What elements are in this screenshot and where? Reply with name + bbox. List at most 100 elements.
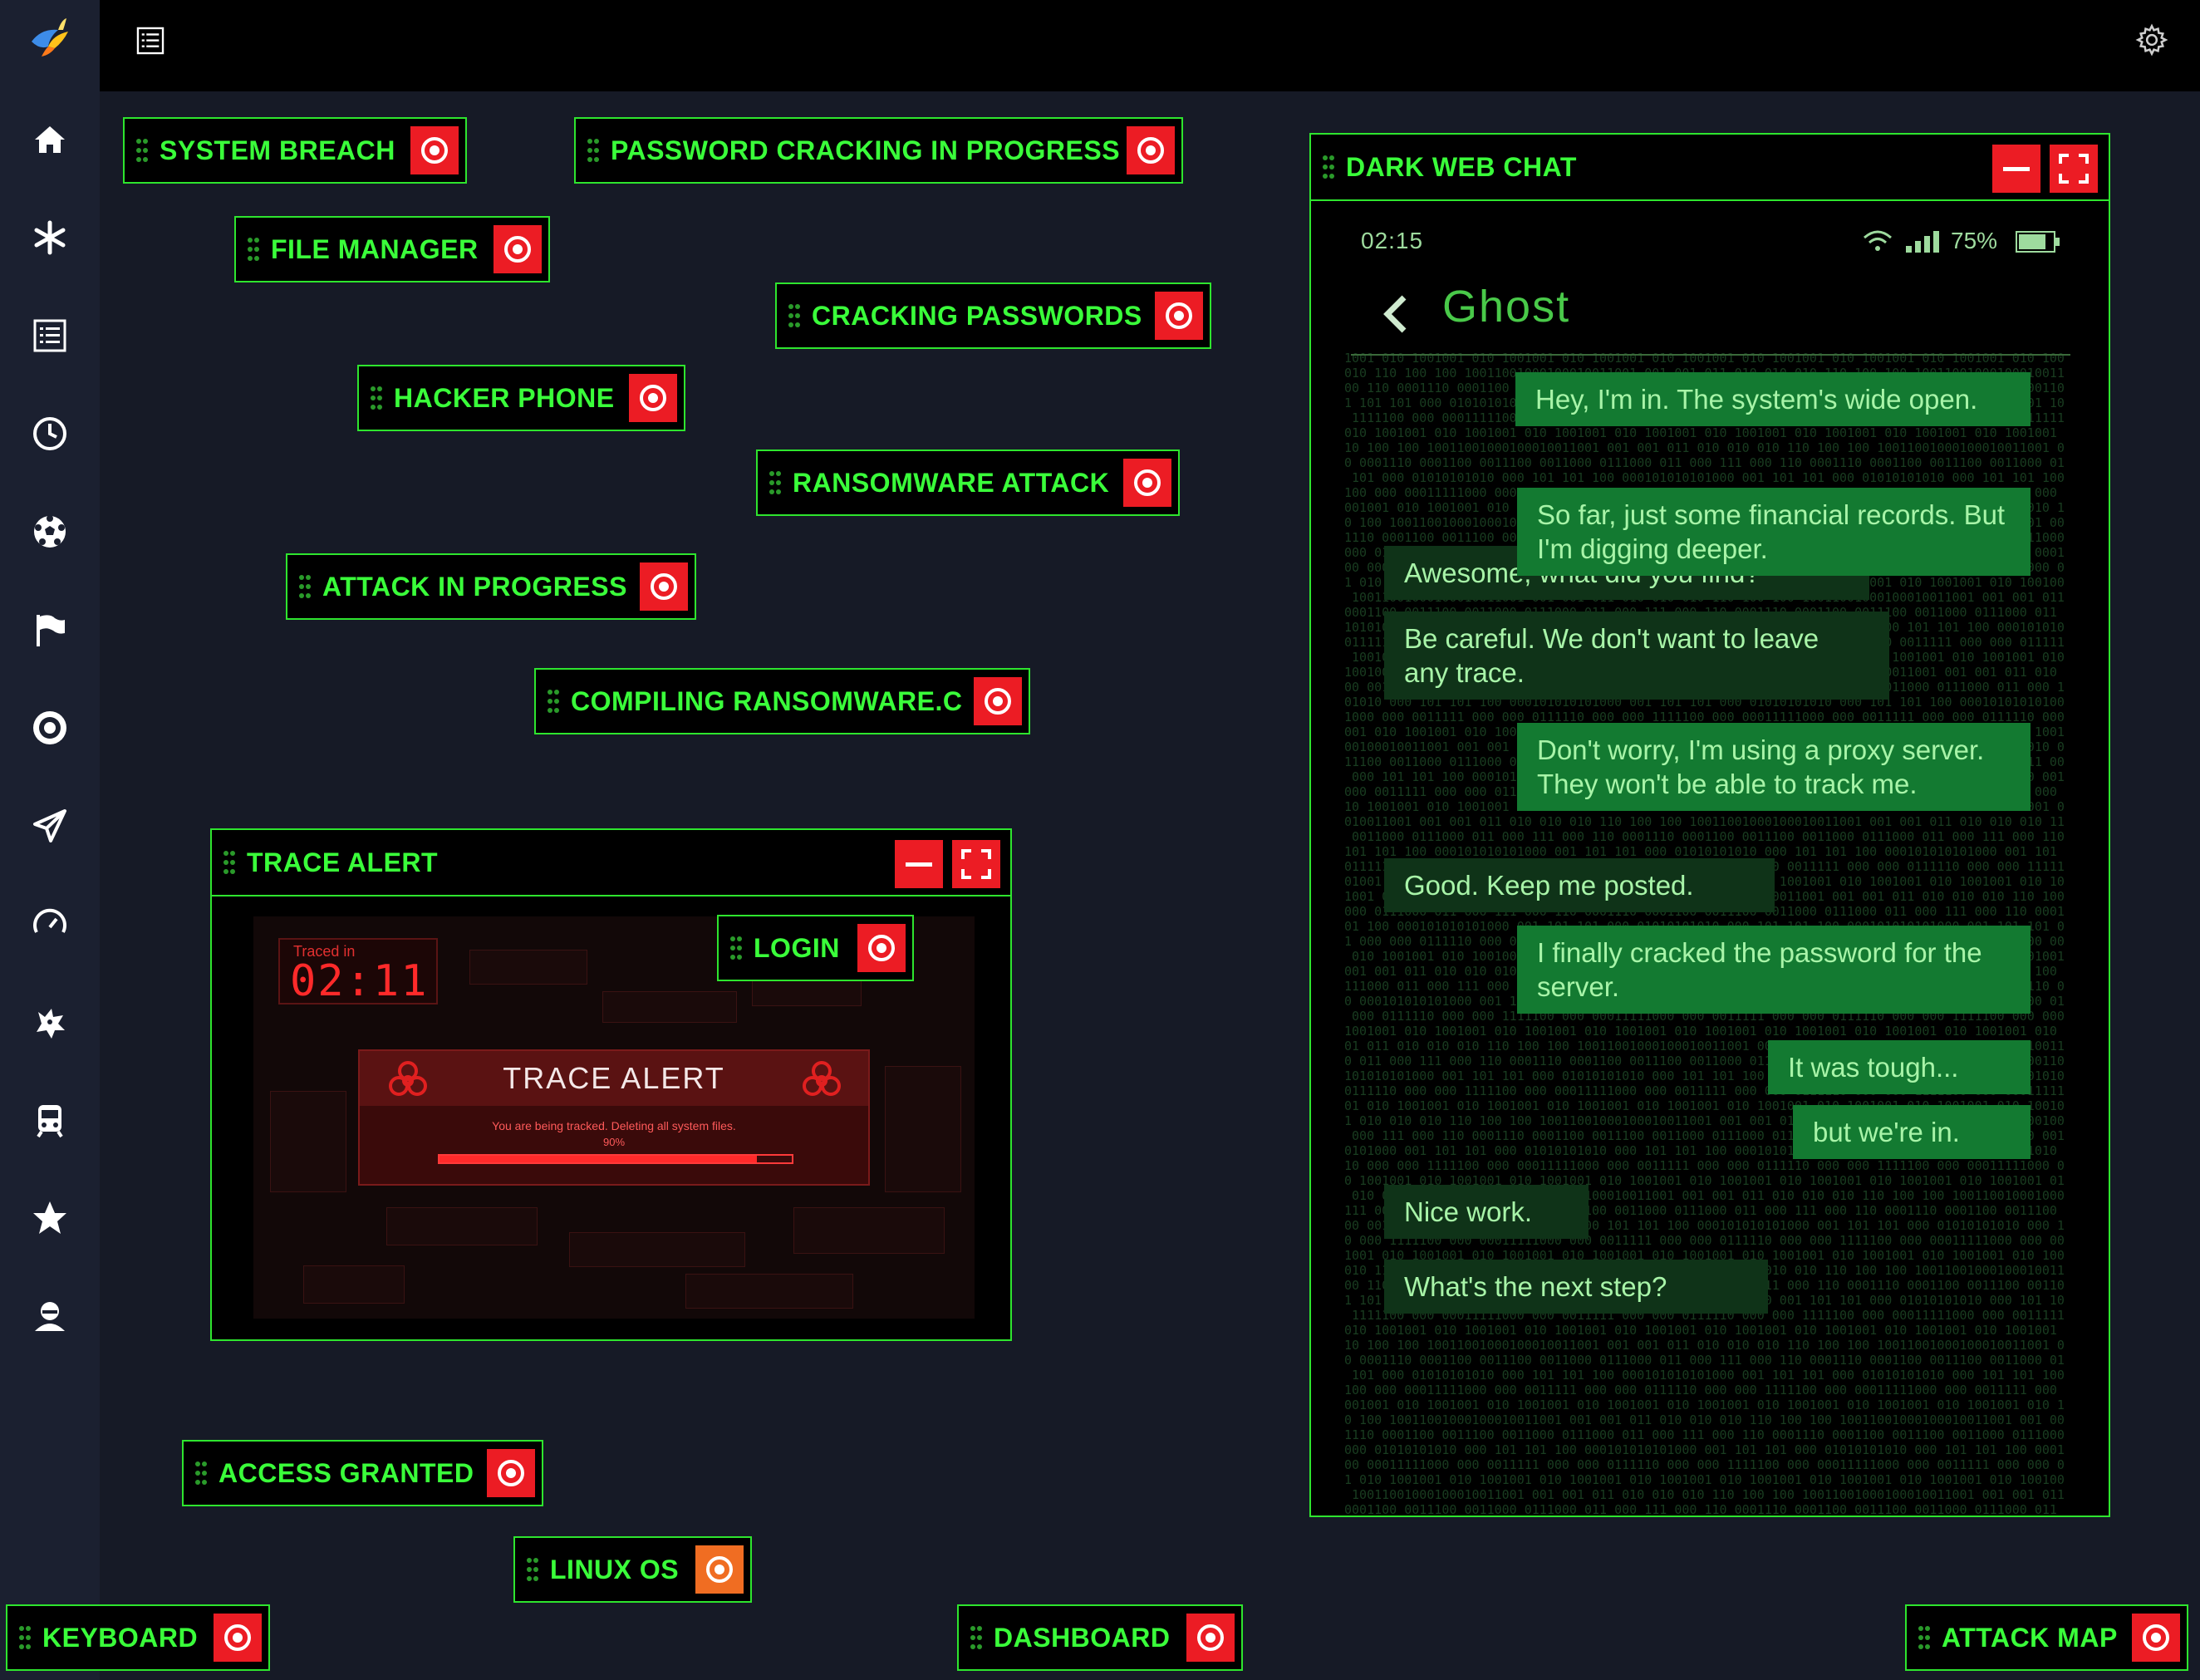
train-icon[interactable] (30, 1100, 70, 1140)
header-divider (1351, 354, 2070, 356)
paper-plane-icon[interactable] (30, 806, 70, 846)
target-button[interactable] (857, 924, 906, 972)
widget-label: LOGIN (754, 932, 840, 963)
file-manager-widget[interactable]: FILE MANAGER (234, 216, 550, 282)
widget-label: KEYBOARD (42, 1622, 199, 1653)
target-button[interactable] (410, 126, 459, 174)
target-button[interactable] (2132, 1614, 2180, 1662)
back-chevron-icon[interactable] (1379, 292, 1412, 336)
trace-timer: Traced in 02:11 (278, 938, 438, 1006)
clock-icon[interactable] (30, 414, 70, 454)
star-icon[interactable] (30, 1198, 70, 1238)
bird-logo-icon (32, 18, 68, 56)
compiling-ransomware-widget[interactable]: COMPILING RANSOMWARE.C (534, 668, 1030, 734)
soccer-ball-icon[interactable] (30, 512, 70, 552)
dark-web-chat-window[interactable]: DARK WEB CHAT 1001 010 1001001 010 10010… (1309, 133, 2110, 1517)
target-button[interactable] (1155, 292, 1203, 340)
drag-handle-icon[interactable] (19, 1625, 31, 1650)
target-icon (1134, 469, 1161, 496)
target-button[interactable] (1186, 1614, 1235, 1662)
sent-message: It was tough... (1768, 1040, 2031, 1094)
drag-handle-icon[interactable] (299, 574, 311, 599)
target-icon (985, 688, 1011, 715)
target-icon (504, 236, 531, 263)
target-button[interactable] (640, 562, 688, 611)
widget-label: SYSTEM BREACH (160, 135, 395, 165)
widget-label: LINUX OS (550, 1554, 680, 1584)
drag-handle-icon[interactable] (730, 936, 742, 960)
dashboard-widget[interactable]: DASHBOARD (957, 1604, 1243, 1671)
flag-icon[interactable] (30, 610, 70, 650)
drag-handle-icon[interactable] (248, 237, 259, 262)
target-icon (706, 1556, 733, 1583)
maximize-button[interactable] (952, 840, 1000, 888)
dragon-icon[interactable] (30, 1002, 70, 1042)
traced-time: 02:11 (290, 956, 429, 1006)
widget-label: PASSWORD CRACKING IN PROGRESS (611, 135, 1121, 165)
list-icon[interactable] (135, 25, 166, 56)
window-title-bar[interactable]: TRACE ALERT (212, 830, 1010, 896)
minus-icon (906, 862, 932, 867)
drag-handle-icon[interactable] (195, 1461, 207, 1486)
target-button[interactable] (695, 1545, 744, 1594)
minimize-button[interactable] (1992, 145, 2040, 193)
trace-alert-window[interactable]: TRACE ALERT Traced in 02:11 TRACE ALERT … (210, 828, 1012, 1341)
target-button[interactable] (629, 374, 677, 422)
widget-label: ACCESS GRANTED (219, 1457, 474, 1488)
attack-in-progress-widget[interactable]: ATTACK IN PROGRESS (286, 553, 696, 620)
drag-handle-icon[interactable] (1323, 155, 1334, 179)
target-icon (2143, 1624, 2169, 1651)
drag-handle-icon[interactable] (527, 1557, 538, 1582)
attack-map-widget[interactable]: ATTACK MAP (1905, 1604, 2188, 1671)
widget-label: FILE MANAGER (271, 233, 479, 264)
gear-icon[interactable] (2135, 23, 2168, 56)
drag-handle-icon[interactable] (223, 850, 235, 875)
drag-handle-icon[interactable] (587, 138, 599, 163)
hacker-phone-widget[interactable]: HACKER PHONE (357, 365, 685, 431)
target-button[interactable] (1123, 459, 1171, 507)
keyboard-widget[interactable]: KEYBOARD (6, 1604, 270, 1671)
drag-handle-icon[interactable] (548, 689, 559, 714)
drag-handle-icon[interactable] (769, 470, 781, 495)
target-icon[interactable] (30, 708, 70, 748)
target-button[interactable] (487, 1449, 535, 1497)
access-granted-widget[interactable]: ACCESS GRANTED (182, 1440, 543, 1506)
alert-title: TRACE ALERT (503, 1061, 725, 1095)
target-button[interactable] (974, 677, 1022, 725)
minimize-button[interactable] (895, 840, 943, 888)
wifi-icon (1864, 230, 1892, 251)
ransomware-attack-widget[interactable]: RANSOMWARE ATTACK (756, 449, 1180, 516)
drag-handle-icon[interactable] (136, 138, 148, 163)
received-message: What's the next step? (1384, 1260, 1768, 1314)
sent-message: but we're in. (1793, 1105, 2031, 1159)
asterisk-icon[interactable] (30, 218, 70, 258)
battery-level: 75% (1951, 228, 1998, 253)
drag-handle-icon[interactable] (788, 303, 800, 328)
drag-handle-icon[interactable] (1918, 1625, 1930, 1650)
user-icon[interactable] (30, 1296, 70, 1336)
login-widget[interactable]: LOGIN (717, 915, 914, 981)
target-icon (640, 385, 666, 411)
maximize-button[interactable] (2050, 145, 2098, 193)
target-button[interactable] (494, 225, 542, 273)
status-time: 02:15 (1361, 228, 1424, 253)
progress-bar (438, 1154, 793, 1164)
contact-name: Ghost (1442, 282, 1571, 332)
drag-handle-icon[interactable] (371, 386, 382, 410)
system-breach-widget[interactable]: SYSTEM BREACH (123, 117, 467, 184)
chat-phone-screen: 1001 010 1001001 010 1001001 010 1001001… (1311, 201, 2109, 1515)
sidebar (0, 0, 100, 1680)
drag-handle-icon[interactable] (970, 1625, 982, 1650)
home-icon[interactable] (30, 120, 70, 160)
target-button[interactable] (1127, 126, 1175, 174)
target-icon (868, 935, 895, 961)
speedometer-icon[interactable] (30, 904, 70, 944)
linux-os-widget[interactable]: LINUX OS (513, 1536, 752, 1603)
cracking-passwords-widget[interactable]: CRACKING PASSWORDS (775, 282, 1211, 349)
password-cracking-widget[interactable]: PASSWORD CRACKING IN PROGRESS (574, 117, 1183, 184)
list-icon[interactable] (30, 316, 70, 356)
target-button[interactable] (214, 1614, 262, 1662)
trace-alert-dialog: TRACE ALERT You are being tracked. Delet… (358, 1049, 870, 1186)
window-title-bar[interactable]: DARK WEB CHAT (1311, 135, 2109, 201)
target-icon (651, 573, 677, 600)
